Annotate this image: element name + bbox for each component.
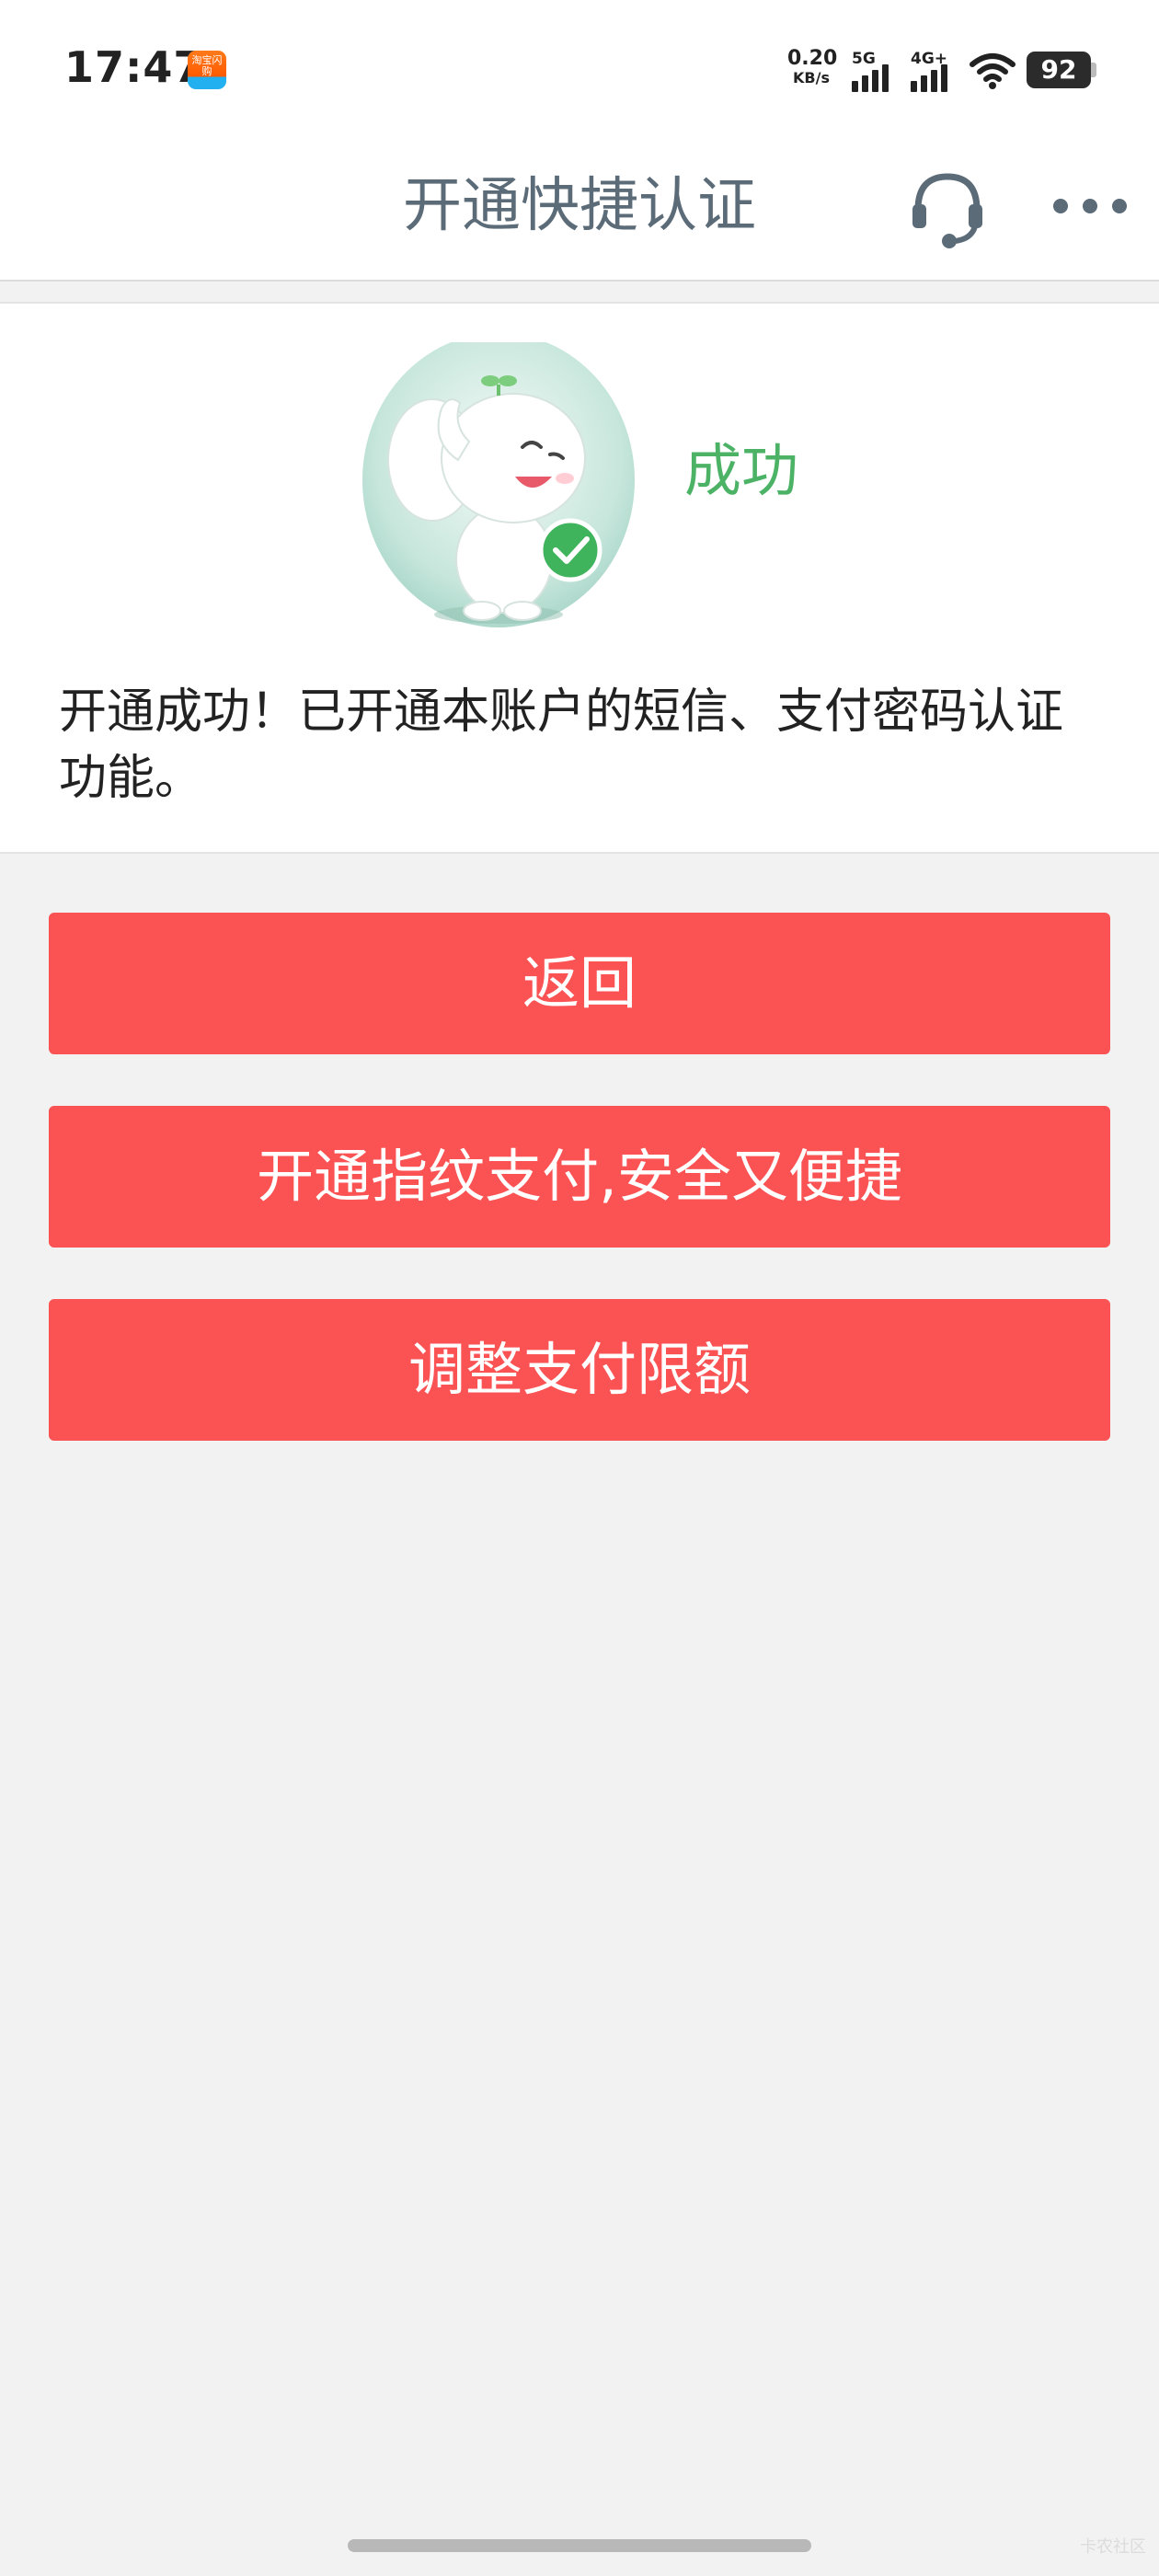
result-card: 成功 开通成功！已开通本账户的短信、支付密码认证功能。: [0, 302, 1159, 854]
signal-5g-label: 5G: [852, 50, 876, 68]
app-notification-icon: 淘宝闪购: [188, 51, 226, 89]
signal-4g-icon: 4G+: [911, 50, 958, 92]
wifi-icon: [970, 53, 1016, 89]
elephant-mascot-icon: [362, 342, 635, 627]
check-circle-icon: [538, 518, 602, 582]
status-time: 17:47: [64, 42, 204, 92]
enable-fingerprint-pay-button[interactable]: 开通指纹支付,安全又便捷: [49, 1106, 1110, 1248]
network-speed-unit: KB/s: [793, 69, 830, 86]
battery-cap: [1091, 63, 1096, 77]
headset-icon[interactable]: [903, 162, 992, 250]
adjust-payment-limit-button[interactable]: 调整支付限额: [49, 1299, 1110, 1441]
more-horizontal-icon[interactable]: [1049, 162, 1131, 250]
success-status-label: 成功: [684, 437, 799, 504]
nav-bar: 开通快捷认证: [0, 138, 1159, 282]
battery-icon: 92: [1027, 52, 1091, 88]
watermark: 卡农社区: [1080, 2537, 1146, 2557]
signal-5g-icon: 5G: [852, 50, 900, 92]
status-bar: 17:47 淘宝闪购 0.20 KB/s 5G 4G+ 92: [0, 0, 1159, 138]
home-indicator[interactable]: [348, 2539, 811, 2552]
back-button[interactable]: 返回: [49, 913, 1110, 1054]
page-title: 开通快捷认证: [403, 172, 756, 240]
success-message: 开通成功！已开通本账户的短信、支付密码认证功能。: [59, 684, 1064, 806]
network-speed: 0.20 KB/s: [787, 47, 838, 86]
network-speed-value: 0.20: [787, 47, 838, 70]
